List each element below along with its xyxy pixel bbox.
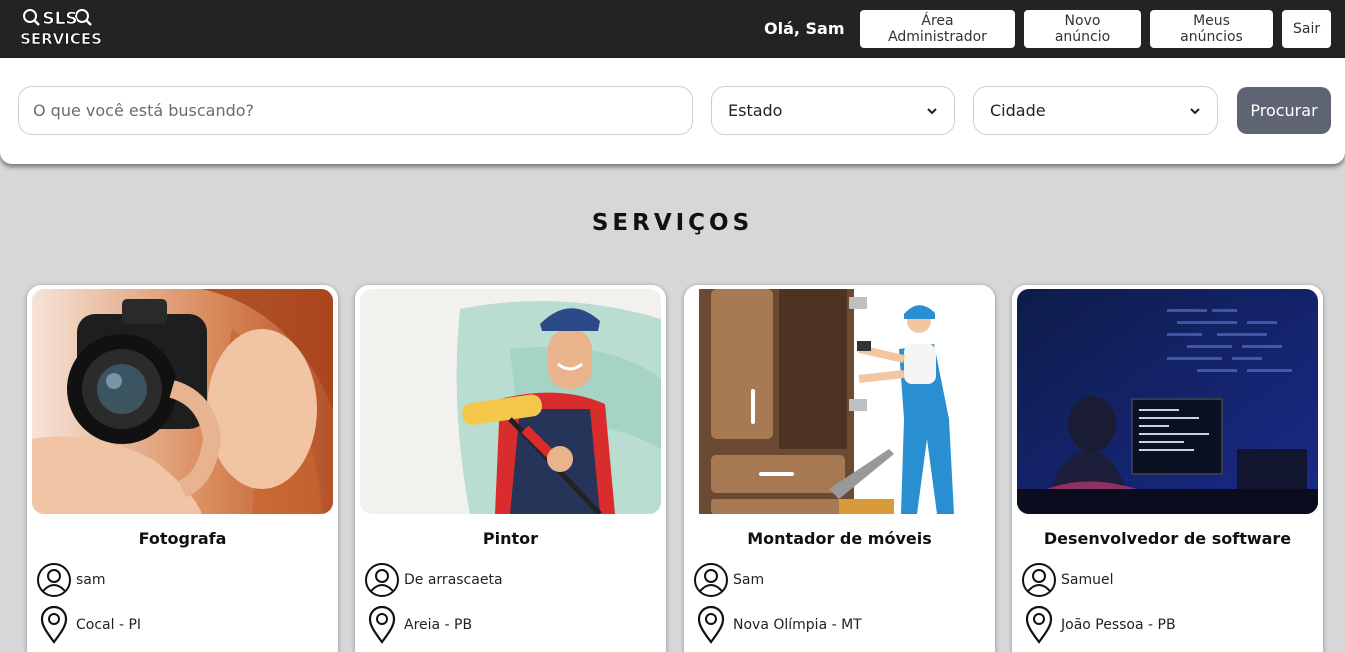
card-user-name: sam xyxy=(76,572,106,588)
user-greeting: Olá, Sam xyxy=(764,19,845,38)
chevron-down-icon xyxy=(927,107,937,114)
card-title: Desenvolvedor de software xyxy=(1043,529,1292,548)
card-user: Samuel xyxy=(1020,560,1113,600)
card-user-name: De arrascaeta xyxy=(404,572,503,588)
card-user: sam xyxy=(35,560,106,600)
furniture-assembler-image xyxy=(689,289,990,514)
section-title: SERVIÇOS xyxy=(591,210,754,236)
card-user: Sam xyxy=(692,560,764,600)
software-developer-image xyxy=(1017,289,1318,514)
service-card[interactable]: Desenvolvedor de software Samuel João Pe… xyxy=(1012,285,1323,652)
map-pin-icon xyxy=(35,606,73,644)
logo-text-top: SLS xyxy=(42,9,77,29)
sls-services-logo[interactable]: SLS SERVICES xyxy=(20,5,102,51)
card-user-name: Sam xyxy=(733,572,765,588)
card-title: Pintor xyxy=(482,529,539,548)
card-location-text: Nova Olímpia - MT xyxy=(733,617,862,633)
top-navbar: SLS SERVICES Olá, Sam Área Administrador… xyxy=(0,0,1345,58)
map-pin-icon xyxy=(363,606,401,644)
card-location-text: João Pessoa - PB xyxy=(1061,617,1176,633)
card-title: Montador de móveis xyxy=(747,529,932,548)
card-title: Fotografa xyxy=(138,529,227,548)
card-location: João Pessoa - PB xyxy=(1020,605,1176,645)
card-location: Nova Olímpia - MT xyxy=(692,605,862,645)
card-location-text: Areia - PB xyxy=(404,617,473,633)
admin-area-button[interactable]: Área Administrador xyxy=(860,10,1015,48)
user-icon xyxy=(692,561,730,599)
new-ad-button[interactable]: Novo anúncio xyxy=(1024,10,1141,48)
search-input[interactable] xyxy=(18,86,693,135)
cidade-select[interactable]: Cidade xyxy=(973,86,1218,135)
card-location: Cocal - PI xyxy=(35,605,141,645)
search-button[interactable]: Procurar xyxy=(1237,87,1331,134)
logout-button[interactable]: Sair xyxy=(1282,10,1331,48)
user-icon xyxy=(1020,561,1058,599)
estado-select[interactable]: Estado xyxy=(711,86,955,135)
my-ads-button[interactable]: Meus anúncios xyxy=(1150,10,1273,48)
painter-image xyxy=(360,289,661,514)
chevron-down-icon xyxy=(1190,107,1200,114)
search-panel: Estado Cidade Procurar xyxy=(0,58,1345,164)
map-pin-icon xyxy=(1020,606,1058,644)
service-card[interactable]: Montador de móveis Sam Nova Olímpia - MT xyxy=(684,285,995,652)
card-user-name: Samuel xyxy=(1061,572,1114,588)
cidade-select-value: Cidade xyxy=(990,101,1046,120)
card-user: De arrascaeta xyxy=(363,560,503,600)
service-card[interactable]: Fotografa sam Cocal - PI xyxy=(27,285,338,652)
photographer-image xyxy=(32,289,333,514)
card-location-text: Cocal - PI xyxy=(76,617,142,633)
user-icon xyxy=(35,561,73,599)
card-location: Areia - PB xyxy=(363,605,472,645)
map-pin-icon xyxy=(692,606,730,644)
service-card[interactable]: Pintor De arrascaeta Areia - PB xyxy=(355,285,666,652)
estado-select-value: Estado xyxy=(728,101,783,120)
user-icon xyxy=(363,561,401,599)
logo-text-bottom: SERVICES xyxy=(20,30,102,48)
